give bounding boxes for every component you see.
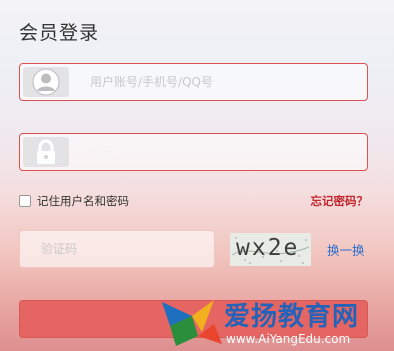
site-watermark: 爱扬教育网 www.AiYangEdu.com [162, 294, 394, 351]
captcha-image[interactable]: wx2e [230, 233, 311, 266]
captcha-placeholder: 验证码 [41, 242, 78, 256]
watermark-site-name: 爱扬教育网 [224, 302, 360, 332]
remember-label: 记住用户名和密码 [37, 194, 129, 208]
remember-checkbox[interactable] [19, 195, 31, 207]
refresh-captcha-link[interactable]: 换一换 [327, 240, 365, 259]
remember-option[interactable]: 记住用户名和密码 [19, 193, 129, 209]
watermark-site-url: www.AiYangEdu.com [226, 332, 351, 346]
password-input[interactable]: 密码 [90, 134, 114, 170]
username-input[interactable]: 用户账号/手机号/QQ号 [90, 64, 213, 100]
username-field[interactable]: 用户账号/手机号/QQ号 [19, 63, 368, 101]
password-field[interactable]: 密码 [19, 133, 368, 171]
lock-icon [23, 137, 69, 167]
captcha-input[interactable]: 验证码 [19, 230, 215, 268]
captcha-text: wx2e [236, 235, 300, 261]
forgot-password-link[interactable]: 忘记密码？ [311, 193, 369, 209]
user-icon [23, 67, 69, 97]
page-title: 会员登录 [19, 22, 100, 44]
